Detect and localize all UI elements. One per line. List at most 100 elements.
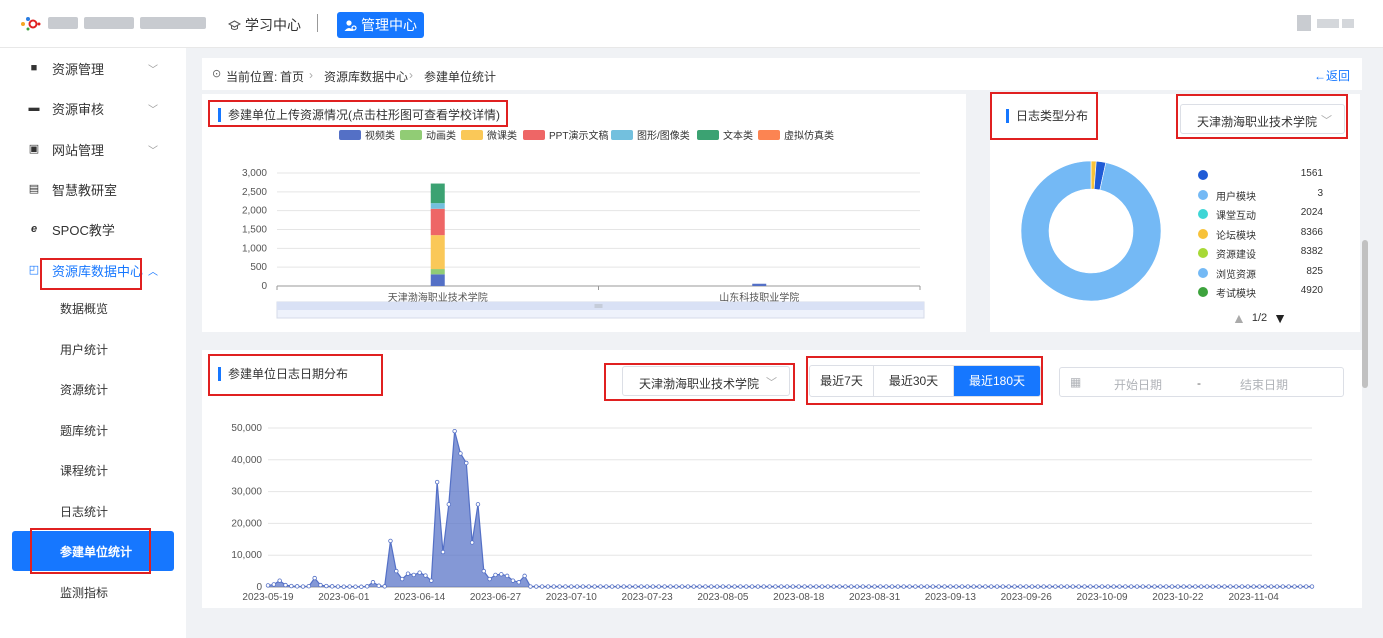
data-point[interactable] <box>1181 584 1186 589</box>
data-point[interactable] <box>376 583 382 588</box>
data-point[interactable] <box>335 584 341 589</box>
data-point[interactable] <box>761 584 766 589</box>
data-point[interactable] <box>586 584 591 589</box>
data-point[interactable] <box>1018 584 1023 589</box>
legend-item[interactable]: PPT演示文稿 <box>523 127 608 142</box>
sidebar-subitem-users[interactable]: 用户统计 <box>0 329 186 369</box>
data-point[interactable] <box>1309 584 1315 589</box>
legend-item[interactable]: 图形/图像类 <box>611 127 690 142</box>
data-point[interactable] <box>329 584 335 589</box>
bar-segment[interactable] <box>752 283 767 286</box>
bar-segment[interactable] <box>430 203 445 209</box>
data-point[interactable] <box>755 584 761 589</box>
data-point[interactable] <box>359 584 364 589</box>
data-point[interactable] <box>353 584 358 589</box>
data-point[interactable] <box>854 584 860 589</box>
data-point[interactable] <box>265 583 271 588</box>
data-point[interactable] <box>394 568 399 574</box>
data-point[interactable] <box>1059 584 1064 589</box>
data-point[interactable] <box>487 576 492 582</box>
data-point[interactable] <box>539 584 545 589</box>
legend-item[interactable]: 微课类 <box>461 127 517 142</box>
data-point[interactable] <box>1263 584 1268 589</box>
date-school-select[interactable]: 天津渤海职业技术学院 ﹀ <box>622 366 790 396</box>
data-point[interactable] <box>510 578 516 583</box>
data-point[interactable] <box>411 572 417 578</box>
range-30-days-button[interactable]: 最近30天 <box>874 366 954 396</box>
data-point[interactable] <box>446 502 452 507</box>
data-point[interactable] <box>1274 584 1280 589</box>
data-point[interactable] <box>1158 584 1163 589</box>
data-point[interactable] <box>901 584 906 589</box>
data-point[interactable] <box>405 571 411 576</box>
data-point[interactable] <box>819 584 825 589</box>
data-point[interactable] <box>621 584 626 589</box>
data-point[interactable] <box>481 568 486 574</box>
data-point[interactable] <box>796 584 801 589</box>
sidebar-subitem-monitoring[interactable]: 监测指标 <box>0 572 186 612</box>
date-range-picker[interactable]: ▦ 开始日期 - 结束日期 <box>1059 367 1344 397</box>
data-point[interactable] <box>1134 584 1140 589</box>
data-point[interactable] <box>434 479 440 485</box>
sidebar-item-site-management[interactable]: ▣ 网站管理 ﹀ <box>0 129 186 169</box>
data-point[interactable] <box>709 584 714 589</box>
data-point[interactable] <box>429 578 434 583</box>
data-point[interactable] <box>283 582 288 588</box>
data-point[interactable] <box>370 580 376 585</box>
data-point[interactable] <box>860 584 866 589</box>
data-point[interactable] <box>627 584 632 589</box>
log-type-legend-item[interactable]: 浏览资源 825 <box>1198 265 1323 281</box>
username-blurred[interactable] <box>1342 19 1354 28</box>
data-point[interactable] <box>726 584 731 589</box>
data-point[interactable] <box>994 584 1000 589</box>
data-point[interactable] <box>948 584 953 589</box>
data-point[interactable] <box>930 584 936 589</box>
data-point[interactable] <box>825 584 831 589</box>
data-point[interactable] <box>714 584 720 589</box>
data-point[interactable] <box>884 584 889 589</box>
data-point[interactable] <box>703 584 708 589</box>
pager-down-icon[interactable]: ▼ <box>1273 310 1287 326</box>
data-point[interactable] <box>598 584 603 589</box>
data-point[interactable] <box>1193 584 1198 589</box>
data-point[interactable] <box>1024 584 1029 589</box>
data-point[interactable] <box>545 584 551 589</box>
data-point[interactable] <box>1047 584 1052 589</box>
data-point[interactable] <box>493 572 498 578</box>
data-point[interactable] <box>364 584 370 589</box>
nav-learning-center[interactable]: 学习中心 <box>228 15 301 35</box>
data-point[interactable] <box>417 570 422 575</box>
data-point[interactable] <box>499 572 504 577</box>
sidebar-item-resource-management[interactable]: ■ 资源管理 ﹀ <box>0 48 186 88</box>
legend-item[interactable]: 虚拟仿真类 <box>758 127 834 142</box>
back-link[interactable]: ←返回 <box>1314 67 1350 84</box>
data-point[interactable] <box>318 582 323 588</box>
data-point[interactable] <box>592 584 597 589</box>
data-point[interactable] <box>924 584 930 589</box>
log-type-legend-item[interactable]: 1561 <box>1198 167 1323 183</box>
log-type-school-select[interactable]: 天津渤海职业技术学院 ﹀ <box>1180 104 1345 134</box>
data-point[interactable] <box>679 584 685 589</box>
data-point[interactable] <box>569 584 574 589</box>
page-scrollbar[interactable] <box>1362 240 1368 388</box>
pager-up-icon[interactable]: ▲ <box>1232 310 1246 326</box>
data-point[interactable] <box>959 584 965 589</box>
data-point[interactable] <box>312 575 317 581</box>
data-point[interactable] <box>697 584 702 589</box>
data-point[interactable] <box>919 584 924 589</box>
sidebar-item-resource-review[interactable]: ▬ 资源审核 ﹀ <box>0 88 186 128</box>
data-point[interactable] <box>557 584 562 589</box>
data-point[interactable] <box>1187 584 1192 589</box>
data-point[interactable] <box>738 584 743 589</box>
upload-bar-chart[interactable]: 05001,0001,5002,0002,5003,000天津渤海职业技术学院山… <box>202 160 966 322</box>
data-point[interactable] <box>574 584 580 589</box>
data-point[interactable] <box>720 584 726 589</box>
data-point[interactable] <box>790 584 796 589</box>
data-point[interactable] <box>784 584 790 589</box>
data-point[interactable] <box>1303 584 1309 589</box>
data-point[interactable] <box>1041 584 1046 589</box>
data-point[interactable] <box>843 584 848 589</box>
data-point[interactable] <box>399 576 405 582</box>
data-point[interactable] <box>522 573 527 579</box>
data-point[interactable] <box>674 584 679 589</box>
